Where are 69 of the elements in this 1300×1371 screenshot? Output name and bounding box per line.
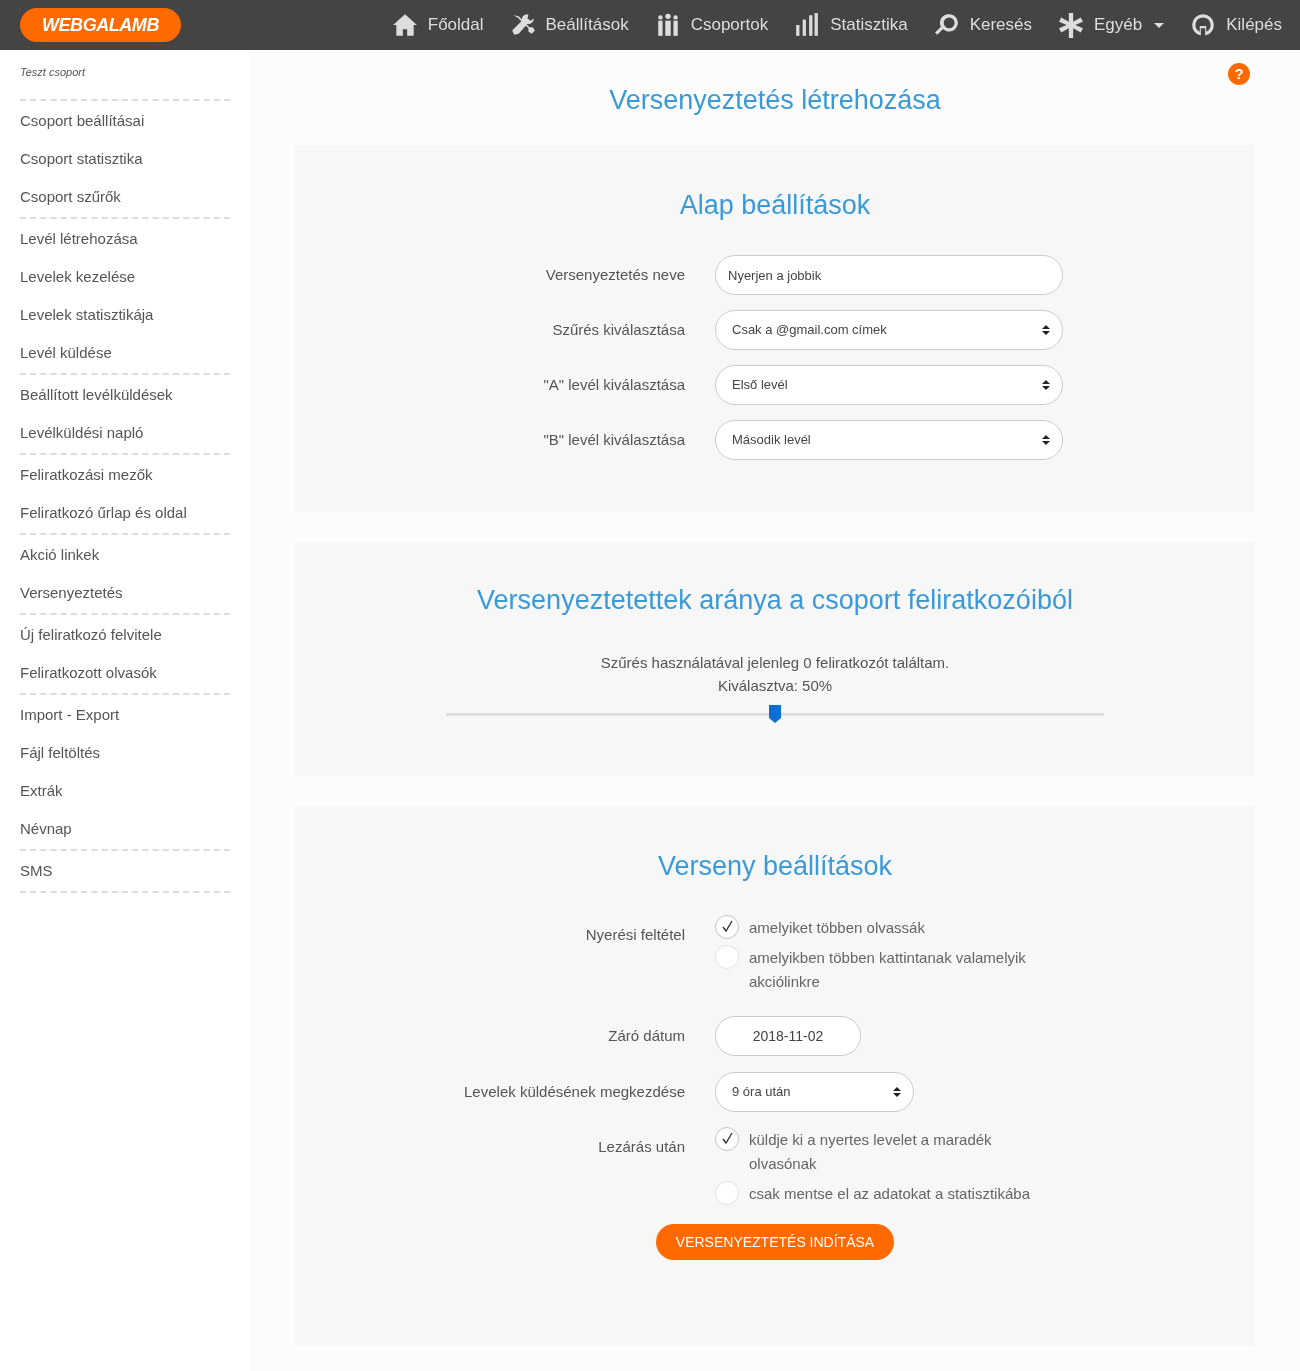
option-label: amelyiket többen olvassák bbox=[749, 918, 925, 938]
field-label: Levelek küldésének megkezdése bbox=[463, 1082, 685, 1102]
sidebar-link[interactable]: Csoport szűrők bbox=[20, 177, 230, 216]
slider-thumb[interactable] bbox=[769, 704, 781, 723]
section-title: Versenyeztetettek aránya a csoport feliratkozóiból bbox=[477, 584, 1073, 617]
sort-arrows-icon bbox=[893, 1087, 901, 1097]
select-field[interactable]: Első levél bbox=[715, 365, 1063, 405]
sort-arrows-icon bbox=[1042, 380, 1050, 390]
nav-link[interactable]: Egyéb bbox=[1058, 12, 1165, 38]
sidebar-link[interactable]: Akció linkek bbox=[20, 535, 230, 574]
home-icon bbox=[391, 12, 418, 38]
radio-button[interactable] bbox=[715, 1181, 739, 1205]
sidebar-link[interactable]: Feliratkozott olvasók bbox=[20, 653, 230, 692]
field-label: "B" levél kiválasztása bbox=[542, 430, 685, 450]
sidebar-link[interactable]: Fájl feltöltés bbox=[20, 733, 230, 772]
nav-link[interactable]: Keresés bbox=[933, 12, 1033, 38]
nav-link[interactable]: Beállítások bbox=[509, 12, 629, 38]
sidebar-link[interactable]: Levelek kezelése bbox=[20, 257, 230, 296]
sidebar-link[interactable]: Versenyeztetés bbox=[20, 573, 230, 612]
sidebar-link[interactable]: Import - Export bbox=[20, 695, 230, 734]
page-title: Versenyeztetés létrehozása bbox=[609, 84, 941, 117]
nav-link[interactable]: Statisztika bbox=[794, 12, 908, 38]
select-field[interactable]: Csak a @gmail.com címek bbox=[715, 310, 1063, 350]
sidebar-link[interactable]: Névnap bbox=[20, 809, 230, 848]
sidebar-link[interactable]: Feliratkozási mezők bbox=[20, 455, 230, 494]
option-label: csak mentse el az adatokat a statisztikába bbox=[749, 1184, 1030, 1204]
sidebar-link[interactable]: Extrák bbox=[20, 771, 230, 810]
group-name: Teszt csoport bbox=[20, 65, 87, 80]
date-field[interactable]: 2018-11-02 bbox=[715, 1016, 861, 1056]
nav-link[interactable]: Kilépés bbox=[1190, 12, 1282, 38]
field-label: Versenyeztetés neve bbox=[544, 265, 685, 285]
radio-button[interactable] bbox=[715, 945, 739, 969]
radio-button[interactable] bbox=[715, 915, 739, 939]
selected-value: Kiválasztva: 50% bbox=[717, 675, 833, 696]
sidebar-link[interactable]: Csoport beállításai bbox=[20, 101, 230, 140]
select-field[interactable]: Második levél bbox=[715, 420, 1063, 460]
text-field[interactable]: Nyerjen a jobbik bbox=[715, 255, 1063, 295]
select-field[interactable]: 9 óra után bbox=[715, 1072, 914, 1112]
tools-icon bbox=[509, 12, 536, 38]
nav-link[interactable]: Csoportok bbox=[654, 12, 769, 38]
sidebar-link[interactable]: Beállított levélküldések bbox=[20, 375, 230, 414]
caret-icon bbox=[1154, 22, 1165, 28]
section-title: Alap beállítások bbox=[678, 188, 872, 222]
sidebar-link[interactable]: SMS bbox=[20, 851, 230, 890]
sidebar-link[interactable]: Új feliratkozó felvitele bbox=[20, 615, 230, 654]
radio-button[interactable] bbox=[715, 1127, 739, 1151]
sort-arrows-icon bbox=[1042, 325, 1050, 335]
checkmark-icon bbox=[720, 920, 734, 934]
checkmark-icon bbox=[720, 1132, 734, 1146]
slider[interactable] bbox=[446, 704, 1104, 723]
field-label: "A" levél kiválasztása bbox=[542, 375, 685, 395]
info-text: Szűrés használatával jelenleg 0 feliratkozót találtam. bbox=[600, 652, 950, 673]
field-label: Lezárás után bbox=[597, 1137, 685, 1157]
field-label: Záró dátum bbox=[607, 1026, 685, 1046]
field-label: Nyerési feltétel bbox=[584, 925, 685, 945]
field-label: Szűrés kiválasztása bbox=[551, 320, 685, 340]
sidebar-link[interactable]: Csoport statisztika bbox=[20, 139, 230, 178]
sidebar-link[interactable]: Feliratkozó űrlap és oldal bbox=[20, 493, 230, 532]
sidebar-link[interactable]: Levelek statisztikája bbox=[20, 295, 230, 334]
bar-chart-icon bbox=[794, 12, 821, 38]
sidebar-link[interactable]: Levél küldése bbox=[20, 333, 230, 372]
sidebar-link[interactable]: Levél létrehozása bbox=[20, 219, 230, 258]
sort-arrows-icon bbox=[1042, 435, 1050, 445]
asterisk-icon bbox=[1058, 12, 1085, 38]
logout-icon bbox=[1190, 12, 1217, 38]
sidebar-link[interactable]: Levélküldési napló bbox=[20, 413, 230, 452]
section-title: Verseny beállítások bbox=[656, 849, 894, 883]
nav-link[interactable]: Főoldal bbox=[391, 12, 484, 38]
option-label: amelyikben többen kattintanak valamelyik akciólinkre bbox=[749, 948, 1027, 992]
